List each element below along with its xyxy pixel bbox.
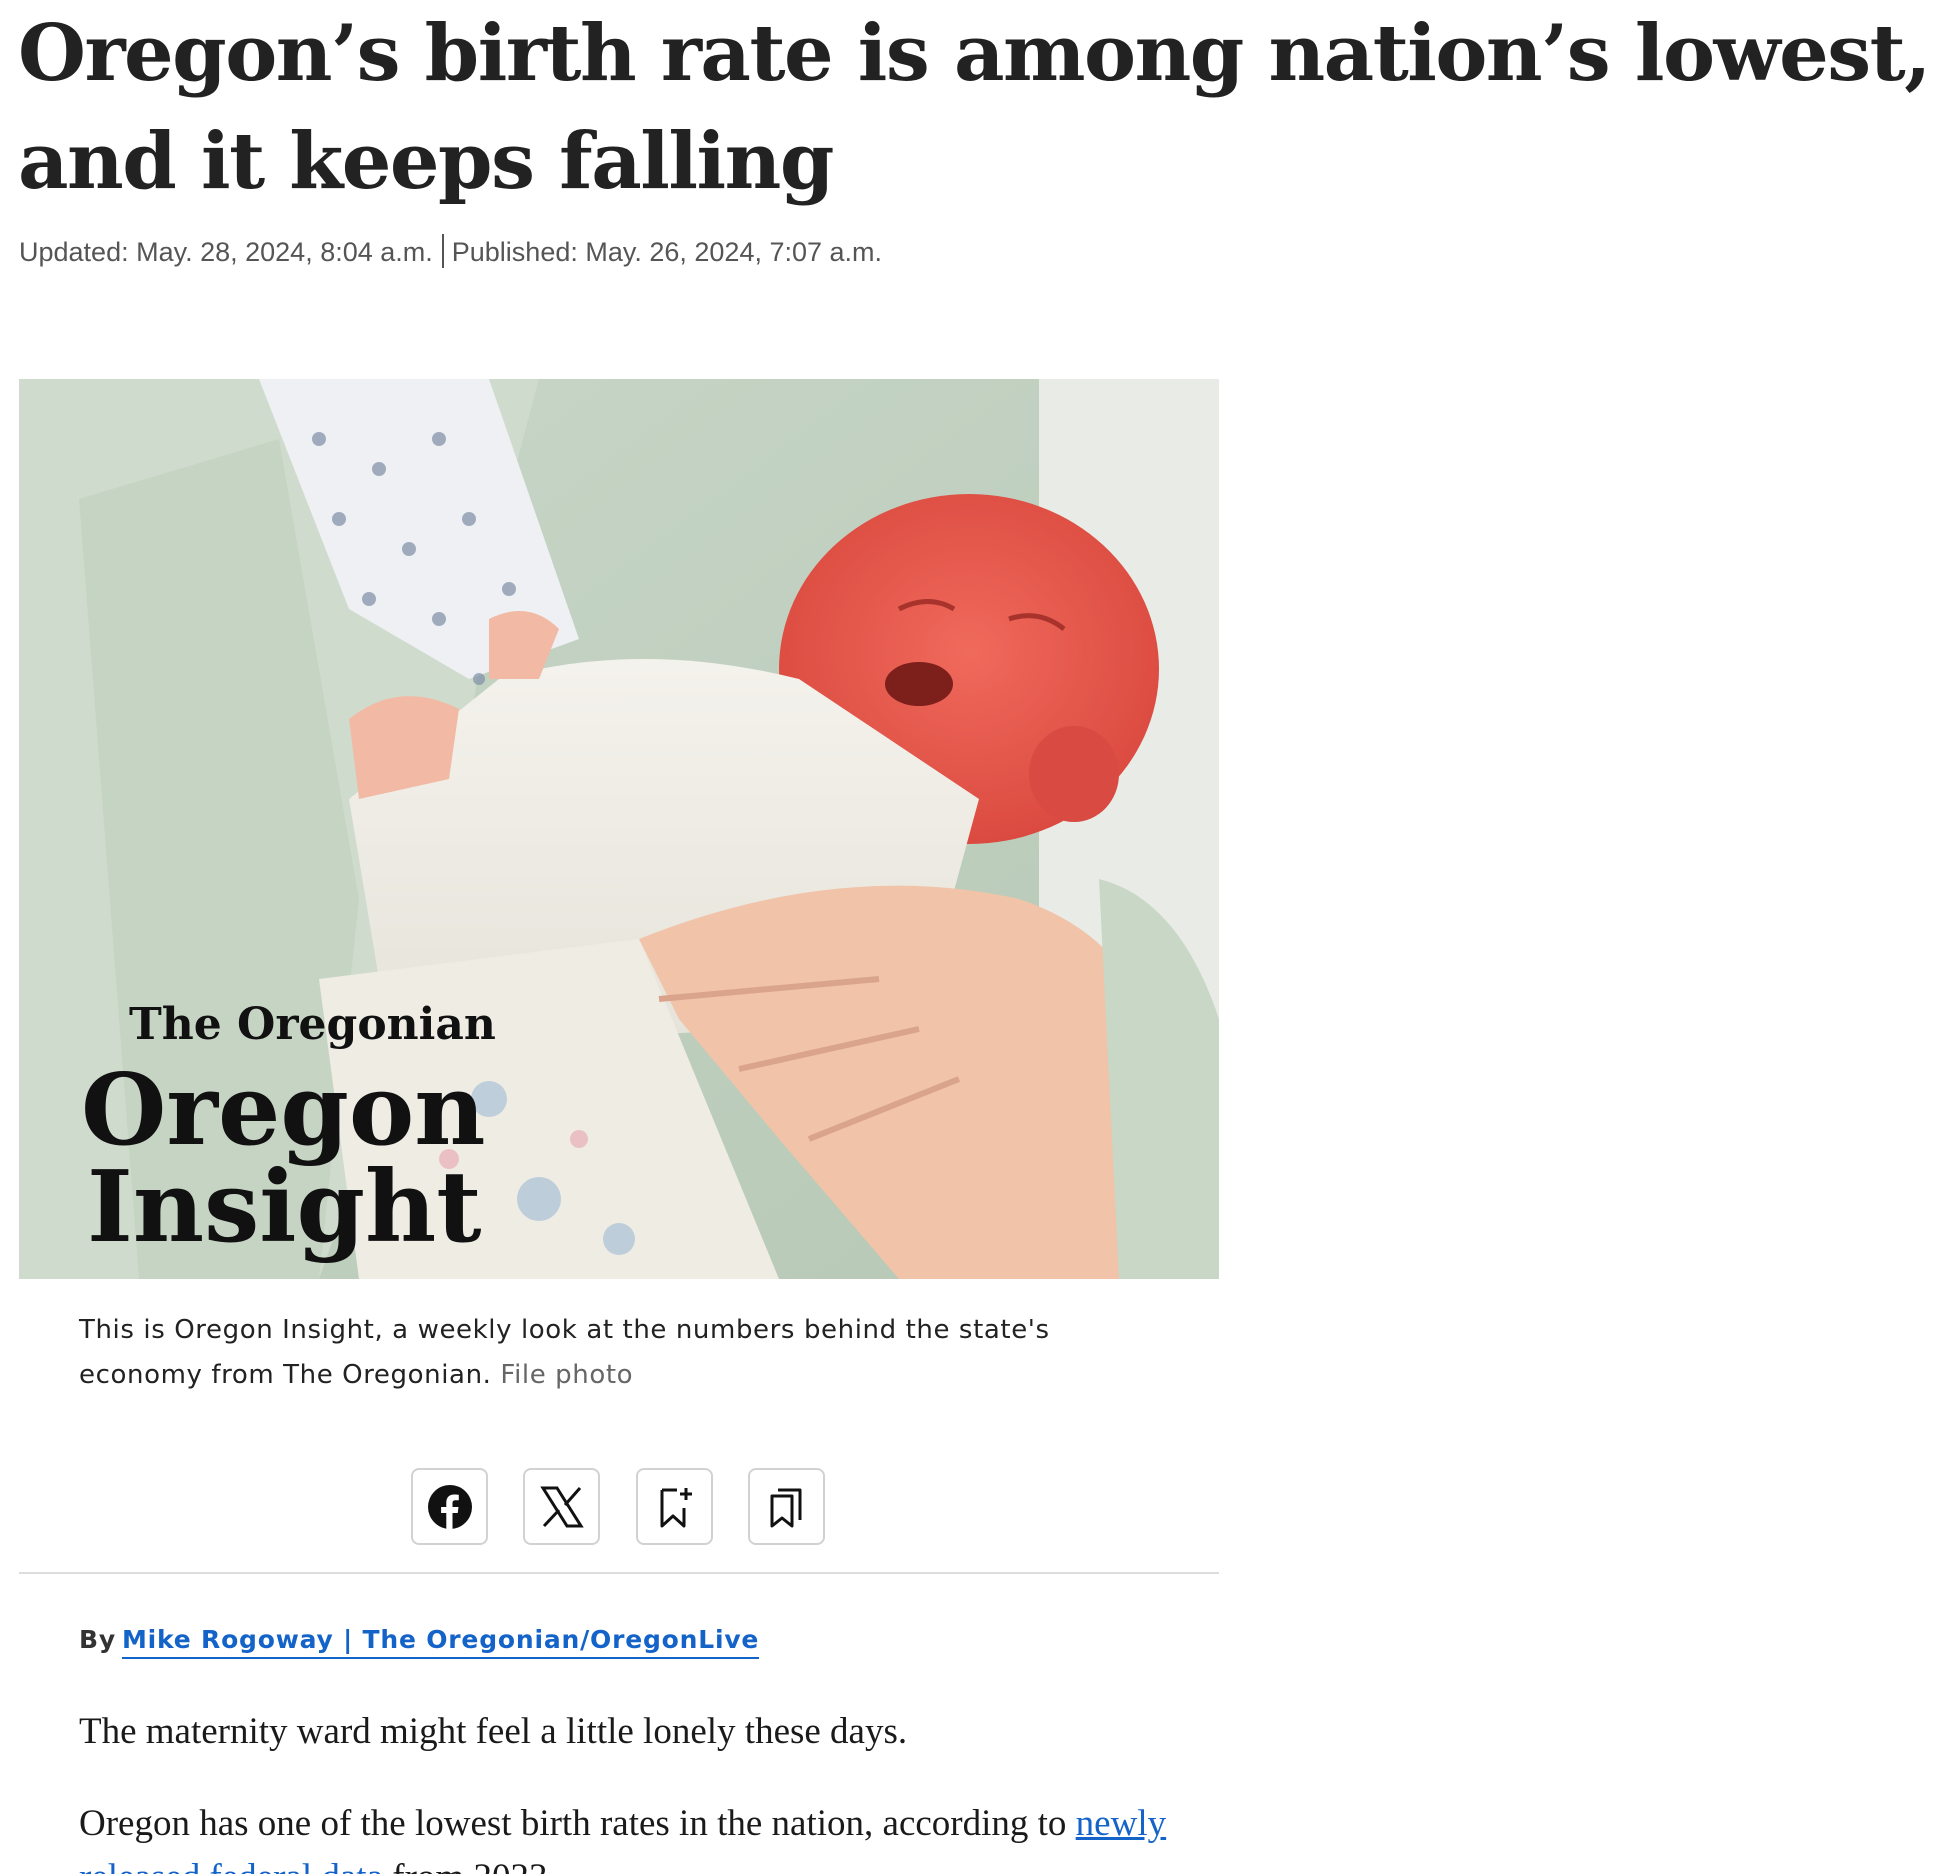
- article-page: Oregon’s birth rate is among nation’s lo…: [0, 0, 1944, 1874]
- timestamp-divider: [441, 234, 444, 268]
- x-share-button[interactable]: [523, 1468, 600, 1545]
- article-headline: Oregon’s birth rate is among nation’s lo…: [18, 8, 1931, 207]
- bookmark-add-icon: [660, 1487, 692, 1527]
- updated-timestamp: Updated: May. 28, 2024, 8:04 a.m.: [19, 237, 433, 267]
- body-paragraph: Oregon has one of the lowest birth rates…: [79, 1797, 1179, 1874]
- photo-credit: File photo: [500, 1360, 634, 1390]
- brand-insight: Insight: [87, 1150, 482, 1265]
- author-link[interactable]: Mike Rogoway | The Oregonian/OregonLive: [121, 1625, 760, 1659]
- facebook-icon: [427, 1484, 472, 1530]
- oregonian-masthead: The Oregonian: [129, 999, 496, 1050]
- published-timestamp: Published: May. 26, 2024, 7:07 a.m.: [451, 237, 883, 267]
- photo-caption: This is Oregon Insight, a weekly look at…: [79, 1308, 1179, 1398]
- paragraph-text: from 2023.: [392, 1857, 556, 1874]
- byline-prefix: By: [79, 1625, 116, 1654]
- save-article-button[interactable]: [636, 1468, 713, 1545]
- byline: By Mike Rogoway | The Oregonian/OregonLiv…: [79, 1625, 760, 1659]
- share-toolbar: [411, 1468, 831, 1548]
- body-paragraph: The maternity ward might feel a little l…: [79, 1711, 908, 1752]
- newborn-photo: The Oregonian Oregon Insight: [19, 379, 1219, 1279]
- saved-articles-button[interactable]: [748, 1468, 825, 1545]
- x-icon: [539, 1486, 584, 1527]
- facebook-share-button[interactable]: [411, 1468, 488, 1545]
- saved-list-icon: [770, 1488, 801, 1527]
- hero-image: The Oregonian Oregon Insight: [19, 379, 1219, 1279]
- article-timestamps: Updated: May. 28, 2024, 8:04 a.m. Publish…: [19, 234, 882, 268]
- paragraph-text: Oregon has one of the lowest birth rates…: [79, 1803, 1029, 1844]
- share-divider: [19, 1572, 1219, 1574]
- paragraph-text: to: [1037, 1803, 1067, 1844]
